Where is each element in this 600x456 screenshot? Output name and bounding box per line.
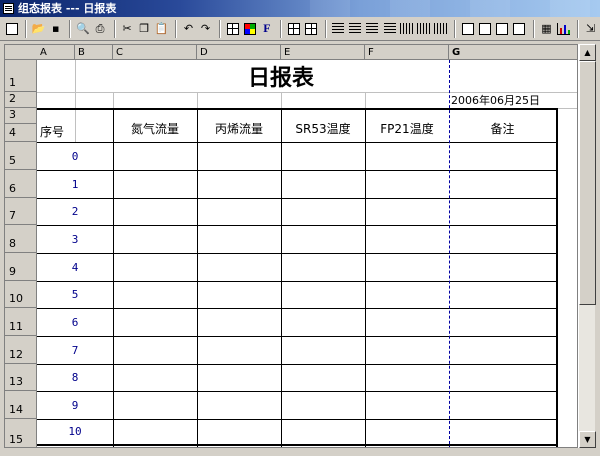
merge-icon[interactable] [460,20,475,38]
row-header-13[interactable]: 13 [5,364,37,391]
seq-value[interactable]: 8 [37,364,113,391]
scroll-thumb[interactable] [579,61,596,305]
toolbar: 📂 ▪ 🔍 ⎙ ✂ ❐ 📋 ↶ ↷ F ▦ ⇲ [0,17,600,41]
row-header-14[interactable]: 14 [5,391,37,419]
chart-icon[interactable] [556,20,571,38]
copy-icon[interactable]: ❐ [137,20,152,38]
col-header-b[interactable]: B [75,45,113,60]
row-header-8[interactable]: 8 [5,225,37,253]
row-header-3[interactable]: 3 [5,108,37,124]
col-remarks[interactable]: 备注 [449,110,556,142]
cut-icon[interactable]: ✂ [120,20,135,38]
align-left-icon[interactable] [348,20,363,38]
row-header-5[interactable]: 5 [5,142,37,170]
bars2-icon[interactable] [416,20,431,38]
col-header-f[interactable]: F [365,45,449,60]
save-icon[interactable]: ▪ [48,20,63,38]
report-window: 组态报表 --- 日报表 📂 ▪ 🔍 ⎙ ✂ ❐ 📋 ↶ ↷ F ▦ ⇲ A B… [0,0,600,456]
row-header-7[interactable]: 7 [5,198,37,225]
seq-value[interactable]: 4 [37,253,113,281]
row-header-4[interactable]: 4 [5,124,37,142]
report-sheet[interactable]: A B C D E F G 1 2 3 4 5 6 7 8 9 10 11 12… [4,44,578,448]
insert-row-icon[interactable] [286,20,301,38]
column-header-bar: A B C D E F G [5,45,577,60]
insert-col-icon[interactable] [304,20,319,38]
window-title: 组态报表 --- 日报表 [18,2,117,15]
print-icon[interactable]: ⎙ [92,20,107,38]
row-header-15[interactable]: 15 [5,419,37,447]
scroll-up-icon[interactable]: ▲ [579,44,596,61]
seq-value[interactable]: 9 [37,391,113,419]
bars3-icon[interactable] [433,20,448,38]
title-bar[interactable]: 组态报表 --- 日报表 [0,0,600,17]
report-date[interactable]: 2006年06月25日 [449,92,559,108]
seq-value[interactable]: 7 [37,336,113,364]
col-header-g[interactable]: G [449,45,577,60]
seq-value[interactable]: 0 [37,142,113,170]
paste-icon[interactable]: 📋 [154,20,169,38]
font-icon[interactable]: F [259,20,274,38]
align-right-icon[interactable] [382,20,397,38]
col-sr53-temp[interactable]: SR53温度 [281,110,365,142]
print-preview-icon[interactable]: 🔍 [75,20,90,38]
exit-icon[interactable]: ⇲ [583,20,598,38]
seq-header[interactable]: 序号 [37,110,113,142]
seq-value[interactable]: 3 [37,225,113,253]
split-icon[interactable] [478,20,493,38]
col-fp21-temp[interactable]: FP21温度 [365,110,449,142]
undo-icon[interactable]: ↶ [181,20,196,38]
align-center-icon[interactable] [365,20,380,38]
row-header-2[interactable]: 2 [5,92,37,108]
row-header-1[interactable]: 1 [5,60,37,92]
row-header-9[interactable]: 9 [5,253,37,281]
border-icon[interactable] [331,20,346,38]
col-header-d[interactable]: D [197,45,281,60]
report-title[interactable]: 日报表 [113,60,449,92]
seq-value[interactable]: 2 [37,198,113,225]
open-icon[interactable]: 📂 [31,20,46,38]
row-header-6[interactable]: 6 [5,170,37,198]
col-header-a[interactable]: A [37,45,75,60]
image-icon[interactable]: ▦ [539,20,554,38]
grid-icon[interactable] [225,20,240,38]
app-icon [3,3,14,14]
split3-icon[interactable] [512,20,527,38]
split2-icon[interactable] [495,20,510,38]
redo-icon[interactable]: ↷ [198,20,213,38]
row-header-12[interactable]: 12 [5,336,37,364]
seq-value[interactable]: 1 [37,170,113,198]
seq-value[interactable]: 6 [37,308,113,336]
bars-icon[interactable] [399,20,414,38]
col-header-e[interactable]: E [281,45,365,60]
row-header-11[interactable]: 11 [5,308,37,336]
new-icon[interactable] [4,20,19,38]
seq-value[interactable]: 5 [37,281,113,308]
seq-value[interactable]: 10 [37,419,113,444]
color-icon[interactable] [242,20,257,38]
col-propylene-flow[interactable]: 丙烯流量 [197,110,281,142]
col-nitrogen-flow[interactable]: 氮气流量 [113,110,197,142]
vertical-scrollbar[interactable]: ▲ ▼ [578,44,596,448]
scroll-down-icon[interactable]: ▼ [579,431,596,448]
col-header-c[interactable]: C [113,45,197,60]
row-header-10[interactable]: 10 [5,281,37,308]
